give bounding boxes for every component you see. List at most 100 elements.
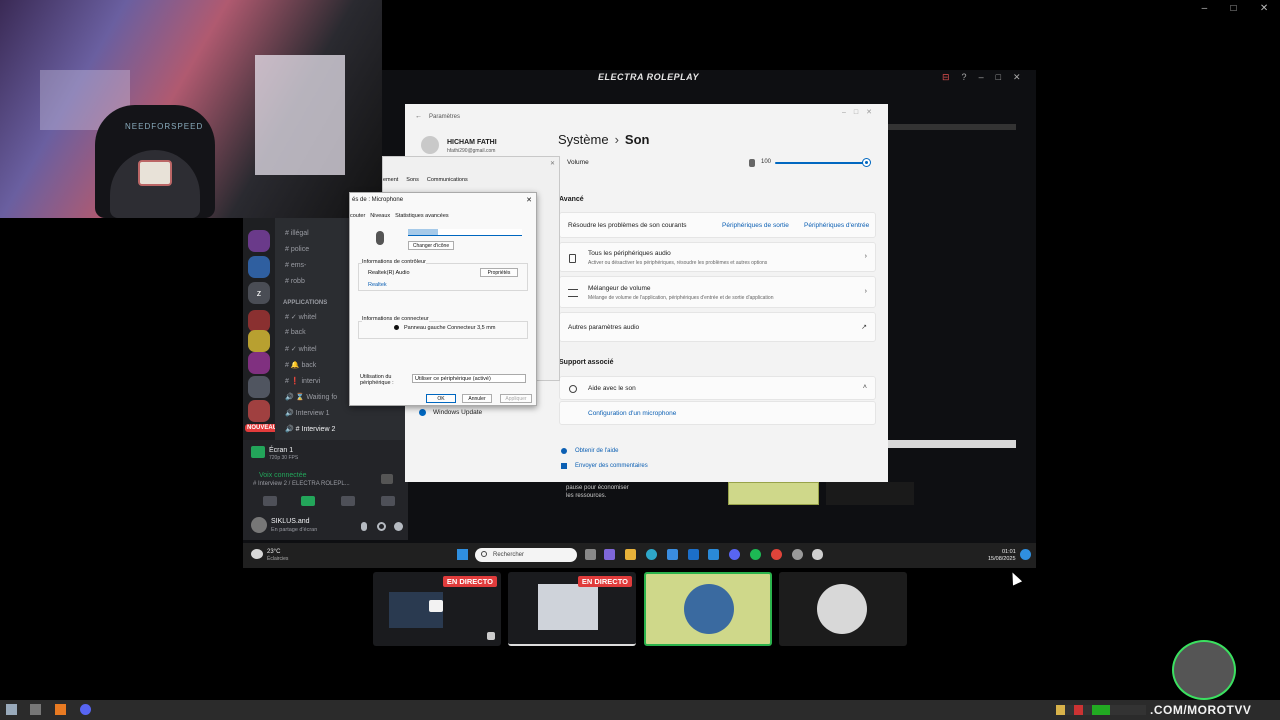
tab-playback[interactable]: ement xyxy=(383,177,398,183)
disconnect-icon[interactable] xyxy=(381,474,393,484)
notification-icon[interactable] xyxy=(1020,549,1031,560)
cancel-button[interactable]: Annuler xyxy=(462,394,492,403)
output-devices-link[interactable]: Périphériques de sortie xyxy=(722,222,789,229)
ok-button[interactable]: OK xyxy=(426,394,456,403)
volume-mixer-card[interactable]: Mélangeur de volume Mélange de volume de… xyxy=(559,276,876,308)
maximize-icon[interactable]: □ xyxy=(1231,3,1237,14)
send-feedback-link[interactable]: Envoyer des commentaires xyxy=(575,463,648,469)
soundboard-icon[interactable] xyxy=(381,496,395,506)
avatar[interactable] xyxy=(421,136,439,154)
gear-icon[interactable] xyxy=(394,522,403,531)
windows-start-icon[interactable] xyxy=(6,704,17,715)
server-icon[interactable] xyxy=(248,256,270,278)
input-devices-link[interactable]: Périphériques d'entrée xyxy=(804,222,869,229)
edge-icon[interactable] xyxy=(646,549,657,560)
back-arrow-icon[interactable]: ← xyxy=(415,113,422,120)
server-z[interactable]: z xyxy=(248,282,270,304)
tab-levels[interactable]: Niveaux xyxy=(370,213,390,219)
clock-date[interactable]: 15/08/2025 xyxy=(988,556,1016,562)
participant-tile[interactable]: EN DIRECTO xyxy=(373,572,501,646)
close-icon[interactable]: ✕ xyxy=(526,196,532,204)
tab-communications[interactable]: Communications xyxy=(427,177,468,183)
channel-item[interactable]: # ✓ whitel xyxy=(285,345,317,353)
server-icon[interactable] xyxy=(248,310,270,332)
windows-update-nav[interactable]: Windows Update xyxy=(433,409,482,416)
get-help-link[interactable]: Obtenir de l'aide xyxy=(575,448,619,454)
volume-slider-track[interactable] xyxy=(775,162,865,164)
app-icon[interactable] xyxy=(55,704,66,715)
properties-button[interactable]: Propriétés xyxy=(480,268,518,277)
controller-name: Realtek(R) Audio xyxy=(368,270,410,276)
channel-item[interactable]: # back xyxy=(285,329,306,336)
store-icon[interactable] xyxy=(667,549,678,560)
volume-slider-thumb[interactable] xyxy=(863,159,870,166)
outlook-icon[interactable] xyxy=(688,549,699,560)
tray-icons[interactable] xyxy=(1056,705,1146,715)
close-icon[interactable]: ✕ xyxy=(1260,3,1268,14)
tab-listen[interactable]: couter xyxy=(350,213,365,219)
speaker-icon[interactable] xyxy=(749,159,755,167)
discord-icon[interactable] xyxy=(80,704,91,715)
windows-start-icon[interactable] xyxy=(457,549,468,560)
help-sound-card[interactable]: Aide avec le son ˄ xyxy=(559,376,876,400)
participant-tile-highlighted[interactable] xyxy=(644,572,772,646)
usage-select[interactable]: Utiliser ce périphérique (activé) xyxy=(412,374,526,383)
channel-item[interactable]: # robb xyxy=(285,278,305,285)
close-icon[interactable]: ✕ xyxy=(1013,72,1021,83)
weather-desc: Éclaircies xyxy=(267,556,289,562)
inner-tile[interactable] xyxy=(826,482,914,505)
mic-config-link[interactable]: Configuration d'un microphone xyxy=(588,410,676,417)
participant-tile[interactable]: EN DIRECTO xyxy=(508,572,636,646)
spotify-icon[interactable] xyxy=(750,549,761,560)
server-icon[interactable] xyxy=(248,330,270,352)
change-icon-button[interactable]: Changer d'icône xyxy=(408,241,454,250)
breadcrumb-parent[interactable]: Système xyxy=(558,132,609,147)
more-audio-settings-card[interactable]: Autres paramètres audio ↗ xyxy=(559,312,876,342)
server-icon[interactable] xyxy=(248,376,270,398)
channel-item[interactable]: 🔊 ⌛ Waiting fo xyxy=(285,393,337,401)
mic-icon[interactable] xyxy=(361,522,367,531)
tab-sounds[interactable]: Sons xyxy=(406,177,419,183)
noise-icon[interactable] xyxy=(263,496,277,506)
camera-icon[interactable] xyxy=(301,496,315,506)
channel-item[interactable]: 🔊 Interview 1 xyxy=(285,409,330,417)
settings-app-icon[interactable] xyxy=(792,549,803,560)
minimize-icon[interactable]: – xyxy=(979,72,984,83)
avatar[interactable] xyxy=(251,517,267,533)
close-icon[interactable]: ✕ xyxy=(550,160,555,167)
server-icon[interactable] xyxy=(248,400,270,422)
channel-item[interactable]: # police xyxy=(285,246,309,253)
taskview-icon[interactable] xyxy=(30,704,41,715)
explorer-icon[interactable] xyxy=(625,549,636,560)
taskview-icon[interactable] xyxy=(585,549,596,560)
channel-item-active[interactable]: 🔊 # Interview 2 xyxy=(285,425,335,433)
inner-tile-highlight[interactable] xyxy=(728,482,819,505)
vscode-icon[interactable] xyxy=(708,549,719,560)
server-icon[interactable] xyxy=(248,230,270,252)
vendor-link[interactable]: Realtek xyxy=(368,282,387,288)
all-devices-card[interactable]: Tous les périphériques audio Activer ou … xyxy=(559,242,876,272)
screen-icon[interactable]: ⊟ xyxy=(942,72,950,83)
mic-app-icon[interactable] xyxy=(812,549,823,560)
tab-advanced-stats[interactable]: Statistiques avancées xyxy=(395,213,449,219)
discord-icon[interactable] xyxy=(729,549,740,560)
search-input[interactable]: Rechercher xyxy=(475,548,577,562)
help-icon[interactable]: ? xyxy=(962,72,967,83)
channel-category[interactable]: APPLICATIONS xyxy=(283,300,327,306)
channel-item[interactable]: # illégal xyxy=(285,230,309,237)
channel-item[interactable]: # ❗ intervi xyxy=(285,377,320,385)
maximize-icon[interactable]: □ xyxy=(996,72,1001,83)
channel-item[interactable]: # ✓ whitel xyxy=(285,313,317,321)
chrome-icon[interactable] xyxy=(771,549,782,560)
channel-item[interactable]: # ems- xyxy=(285,262,306,269)
server-icon[interactable] xyxy=(248,352,270,374)
copilot-icon[interactable] xyxy=(604,549,615,560)
participant-tile[interactable] xyxy=(779,572,907,646)
voice-channel[interactable]: # Interview 2 / ELECTRA ROLEPL... xyxy=(253,481,350,487)
minimize-icon[interactable]: – xyxy=(1202,3,1208,14)
clock-time[interactable]: 01:01 xyxy=(1002,549,1016,555)
headset-icon[interactable] xyxy=(377,522,386,531)
activity-icon[interactable] xyxy=(341,496,355,506)
settings-window-controls[interactable]: –□✕ xyxy=(842,108,880,116)
channel-item[interactable]: # 🔔 back xyxy=(285,361,316,369)
